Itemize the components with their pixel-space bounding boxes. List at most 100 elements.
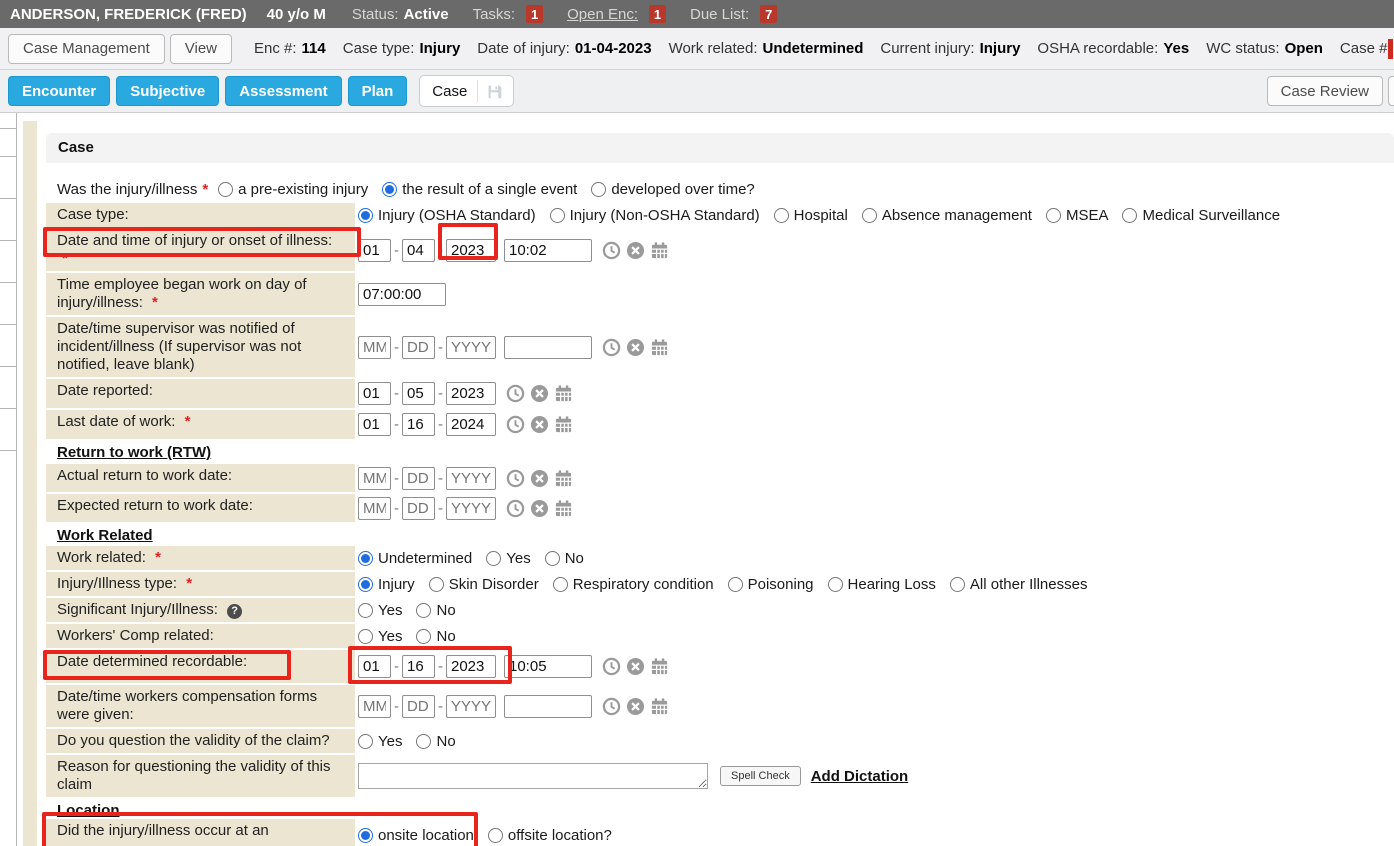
clock-icon[interactable] [506,415,525,434]
month-input[interactable] [358,336,391,359]
year-input[interactable] [446,497,496,520]
radio-input[interactable] [358,629,373,644]
calendar-icon[interactable] [554,415,573,434]
radio-input[interactable] [486,551,501,566]
radio-option-yes[interactable]: Yes [358,733,402,750]
radio-option-absence[interactable]: Absence management [862,207,1032,224]
clock-icon[interactable] [506,499,525,518]
radio-input[interactable] [218,182,233,197]
radio-option-yes[interactable]: Yes [486,550,530,567]
save-icon[interactable] [486,83,511,100]
tasks-count-badge[interactable]: 1 [526,5,543,23]
radio-option-hospital[interactable]: Hospital [774,207,848,224]
calendar-icon[interactable] [554,384,573,403]
radio-input[interactable] [416,603,431,618]
clear-icon[interactable] [530,469,549,488]
radio-input[interactable] [550,208,565,223]
radio-input[interactable] [950,577,965,592]
cut-off-button[interactable] [1388,76,1394,106]
radio-option-hearing-loss[interactable]: Hearing Loss [828,576,936,593]
radio-option-no[interactable]: No [545,550,584,567]
due-list-count-badge[interactable]: 7 [760,5,777,23]
time-input[interactable] [358,283,446,306]
clock-icon[interactable] [506,469,525,488]
month-input[interactable] [358,239,391,262]
radio-option-poisoning[interactable]: Poisoning [728,576,814,593]
view-button[interactable]: View [170,34,232,64]
calendar-icon[interactable] [554,499,573,518]
radio-input[interactable] [828,577,843,592]
case-review-button[interactable]: Case Review [1267,76,1383,106]
tab-assessment[interactable]: Assessment [225,76,341,106]
radio-option-injury-non-osha[interactable]: Injury (Non-OSHA Standard) [550,207,760,224]
year-input[interactable] [446,655,496,678]
clear-icon[interactable] [530,415,549,434]
radio-option-skin-disorder[interactable]: Skin Disorder [429,576,539,593]
tab-encounter[interactable]: Encounter [8,76,110,106]
year-input[interactable] [446,336,496,359]
open-enc-count-badge[interactable]: 1 [649,5,666,23]
tab-subjective[interactable]: Subjective [116,76,219,106]
day-input[interactable] [402,413,435,436]
add-dictation-link[interactable]: Add Dictation [811,768,909,785]
calendar-icon[interactable] [650,657,669,676]
radio-option-no[interactable]: No [416,628,455,645]
radio-input[interactable] [416,734,431,749]
radio-input[interactable] [416,629,431,644]
open-enc-link[interactable]: Open Enc: [567,6,638,23]
radio-input[interactable] [774,208,789,223]
time-input[interactable] [504,336,592,359]
month-input[interactable] [358,497,391,520]
reason-textarea[interactable] [358,763,708,789]
radio-option-injury[interactable]: Injury [358,576,415,593]
radio-input[interactable] [358,734,373,749]
tab-plan[interactable]: Plan [348,76,408,106]
clear-icon[interactable] [530,384,549,403]
radio-input[interactable] [1046,208,1061,223]
spell-check-button[interactable]: Spell Check [720,766,801,786]
case-management-button[interactable]: Case Management [8,34,165,64]
day-input[interactable] [402,382,435,405]
time-input[interactable] [504,239,592,262]
radio-option-offsite[interactable]: offsite location? [488,827,612,844]
day-input[interactable] [402,239,435,262]
clock-icon[interactable] [602,697,621,716]
clear-icon[interactable] [626,338,645,357]
clear-icon[interactable] [530,499,549,518]
year-input[interactable] [446,695,496,718]
calendar-icon[interactable] [650,338,669,357]
radio-input[interactable] [358,603,373,618]
radio-input[interactable] [591,182,606,197]
radio-input[interactable] [358,828,373,843]
help-icon[interactable]: ? [227,604,242,619]
month-input[interactable] [358,695,391,718]
radio-input[interactable] [728,577,743,592]
month-input[interactable] [358,655,391,678]
clear-icon[interactable] [626,657,645,676]
time-input[interactable] [504,695,592,718]
radio-input[interactable] [488,828,503,843]
clear-icon[interactable] [626,697,645,716]
month-input[interactable] [358,413,391,436]
radio-input[interactable] [429,577,444,592]
radio-option-msea[interactable]: MSEA [1046,207,1109,224]
clear-icon[interactable] [626,241,645,260]
year-input[interactable] [446,382,496,405]
clock-icon[interactable] [506,384,525,403]
radio-input[interactable] [358,208,373,223]
day-input[interactable] [402,655,435,678]
tab-case-active[interactable]: Case [419,75,514,107]
day-input[interactable] [402,467,435,490]
day-input[interactable] [402,336,435,359]
radio-input[interactable] [545,551,560,566]
radio-option-med-surveillance[interactable]: Medical Surveillance [1122,207,1280,224]
radio-option-injury-osha[interactable]: Injury (OSHA Standard) [358,207,536,224]
clock-icon[interactable] [602,657,621,676]
year-input[interactable] [446,413,496,436]
calendar-icon[interactable] [650,697,669,716]
radio-option-onsite[interactable]: onsite location [358,827,474,844]
time-input[interactable] [504,655,592,678]
radio-option-all-other[interactable]: All other Illnesses [950,576,1088,593]
radio-option-yes[interactable]: Yes [358,602,402,619]
calendar-icon[interactable] [650,241,669,260]
